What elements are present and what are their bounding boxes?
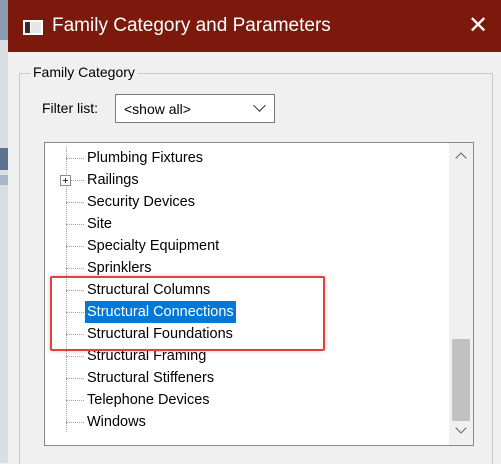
tree-item[interactable]: Railings	[45, 169, 442, 191]
tree-item-label: Windows	[87, 414, 146, 430]
background-block	[0, 175, 8, 185]
tree-item-label: Plumbing Fixtures	[87, 150, 204, 166]
scroll-up-arrow-icon[interactable]	[449, 146, 473, 166]
family-category-dialog: Family Category and Parameters ✕ Family …	[8, 0, 501, 464]
group-label: Family Category	[30, 64, 138, 80]
tree-item[interactable]: Site	[45, 213, 442, 235]
tree-connector	[66, 400, 84, 401]
tree-item[interactable]: Telephone Devices	[45, 389, 442, 411]
tree-item[interactable]: Specialty Equipment	[45, 235, 442, 257]
tree-connector	[66, 378, 84, 379]
tree-connector	[66, 202, 84, 203]
background-block	[0, 148, 8, 170]
vertical-scrollbar[interactable]	[449, 143, 473, 445]
scroll-thumb[interactable]	[452, 339, 470, 421]
background-block	[0, 0, 8, 40]
plus-expander-icon[interactable]	[60, 175, 71, 186]
chevron-down-icon	[253, 99, 266, 112]
tree-item-label: Structural Stiffeners	[87, 370, 215, 386]
tree-item-label: Security Devices	[87, 194, 195, 210]
tree-item-label: Railings	[87, 172, 139, 188]
tree-connector	[66, 422, 84, 423]
app-window-icon	[23, 20, 43, 35]
tree-connector	[66, 224, 84, 225]
tree-connector	[66, 158, 84, 159]
tree-connector	[66, 246, 84, 247]
tree-item[interactable]: Plumbing Fixtures	[45, 147, 442, 169]
filter-label: Filter list:	[42, 100, 98, 116]
tree-connector	[66, 268, 84, 269]
tree-item-label: Specialty Equipment	[87, 238, 220, 254]
window-title: Family Category and Parameters	[52, 15, 331, 36]
tree-item[interactable]: Security Devices	[45, 191, 442, 213]
annotation-highlight-box	[50, 276, 325, 351]
tree-item-label: Site	[87, 216, 112, 232]
filter-dropdown[interactable]: <show all>	[115, 94, 275, 123]
close-button[interactable]: ✕	[465, 13, 491, 39]
tree-item[interactable]: Windows	[45, 411, 442, 433]
tree-item-label: Telephone Devices	[87, 392, 210, 408]
tree-connector	[66, 356, 84, 357]
filter-selected-value: <show all>	[124, 101, 191, 117]
scroll-down-arrow-icon[interactable]	[449, 422, 473, 442]
tree-item[interactable]: Structural Stiffeners	[45, 367, 442, 389]
title-bar[interactable]: Family Category and Parameters ✕	[8, 0, 501, 52]
